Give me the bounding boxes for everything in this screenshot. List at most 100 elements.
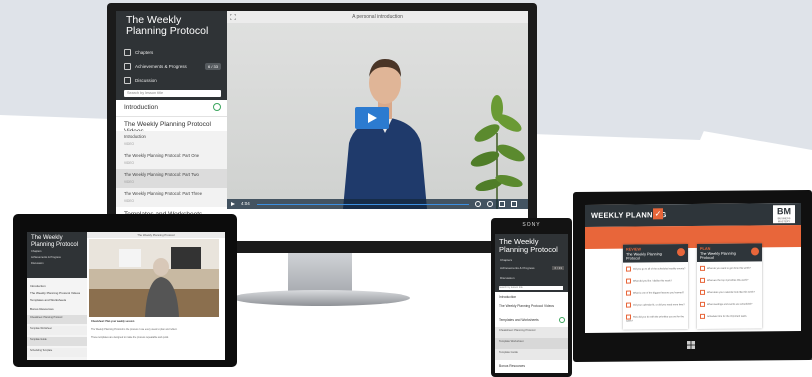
lesson-item[interactable]: The Weekly Planning Protocol: Part One V… — [116, 150, 227, 169]
checklist-item[interactable]: What did you like / dislike this week? — [626, 278, 686, 284]
section-label[interactable]: The Weekly Planning Protocol Videos — [499, 304, 565, 308]
checklist-item[interactable]: Schedule time for the important tasks. — [700, 313, 760, 319]
desktop-screen: The Weekly Planning Protocol Chapters Ac… — [116, 11, 528, 241]
video-controls: 4:04 — [227, 199, 528, 209]
progress-ring-icon — [559, 317, 565, 323]
card-kicker: PLAN — [700, 246, 711, 251]
checklist-item[interactable]: Did your calendar fit, or did you need m… — [626, 302, 686, 308]
lesson-main: A personal introduction 4:04 — [227, 11, 528, 241]
card-kicker: REVIEW — [626, 247, 641, 252]
section-label[interactable]: Templates and Worksheets — [30, 298, 66, 302]
sidebar-item-achievements[interactable]: Achievements & Progress — [31, 256, 61, 259]
lesson-caption: Cheatsheet: Plan your weekly session — [91, 320, 135, 323]
section-label[interactable]: Bonus Resources — [30, 307, 54, 311]
checklist-item[interactable]: What are the top 3 priorities this week? — [700, 277, 760, 283]
settings-icon[interactable] — [487, 201, 493, 207]
section-label[interactable]: Introduction — [499, 295, 565, 299]
section-label: Introduction — [124, 104, 158, 111]
tablet-right: WEEKLY PLANNING ✓ BM BUSINESS MASTERY REV… — [573, 189, 812, 363]
list-item[interactable]: Template Worksheet — [27, 326, 87, 335]
plan-card: PLAN The Weekly Planning Protocol What d… — [697, 243, 762, 329]
list-item[interactable]: Template Guide — [27, 337, 87, 346]
section-templates[interactable]: Templates and Worksheets — [499, 317, 565, 323]
phone-brand: SONY — [522, 222, 541, 228]
monitor-neck — [288, 253, 352, 293]
card-header: REVIEW The Weekly Planning Protocol — [623, 244, 688, 263]
card-header: PLAN The Weekly Planning Protocol — [697, 243, 762, 262]
list-icon — [124, 49, 131, 56]
checklist-item[interactable]: How did you do with the priorities you s… — [626, 314, 686, 322]
lesson-meta: VIDEO — [124, 161, 134, 165]
lesson-body: These templates are designed to make the… — [91, 336, 169, 339]
sidebar-item-achievements[interactable]: Achievements & Progress 6 / 33 — [500, 266, 564, 270]
list-item[interactable]: Scheduling Template — [27, 348, 87, 357]
lesson-meta: VIDEO — [124, 199, 134, 203]
windows-logo-icon[interactable] — [687, 340, 695, 350]
review-card: REVIEW The Weekly Planning Protocol Did … — [623, 244, 688, 330]
lesson-item-active[interactable]: The Weekly Planning Protocol: Part Two V… — [116, 169, 227, 188]
chat-icon — [124, 77, 131, 84]
section-label[interactable]: The Weekly Planning Protocol Videos — [30, 291, 80, 295]
play-button[interactable] — [355, 107, 389, 129]
sidebar-header: The Weekly Planning Protocol Chapters Ac… — [116, 11, 227, 100]
course-title: The Weekly Planning Protocol — [31, 235, 79, 248]
tablet-screen: WEEKLY PLANNING ✓ BM BUSINESS MASTERY REV… — [585, 203, 801, 333]
badge-icon — [677, 248, 685, 257]
badge-icon — [751, 247, 759, 256]
progress-badge: 6 / 33 — [552, 266, 564, 270]
airplay-icon[interactable] — [499, 201, 505, 207]
sidebar-item-label: Achievements & Progress — [500, 266, 535, 270]
lesson-item[interactable]: Introduction VIDEO — [116, 131, 227, 150]
list-item[interactable]: Template Worksheet — [495, 338, 568, 349]
section-introduction[interactable]: Introduction — [124, 103, 221, 111]
lesson-body: The Weekly Planning Protocol is the proc… — [91, 328, 178, 331]
video-time: 4:04 — [241, 201, 250, 206]
divider — [116, 116, 227, 117]
brand-name: BM — [777, 206, 791, 217]
list-item[interactable]: Cheatsheet: Planning Protocol — [495, 327, 568, 338]
volume-icon[interactable] — [475, 201, 481, 207]
video-player[interactable]: 4:04 — [227, 23, 528, 209]
checklist-item[interactable]: Did you go to all of the scheduled weekl… — [626, 266, 686, 272]
sidebar-header: The Weekly Planning Protocol Chapters Ac… — [27, 232, 87, 278]
section-label: Templates and Worksheets — [499, 318, 539, 322]
sidebar-item-chapters[interactable]: Chapters — [31, 250, 42, 253]
phone-screen: The Weekly Planning Protocol Chapters Ac… — [495, 234, 568, 373]
worksheet-header: WEEKLY PLANNING ✓ BM BUSINESS MASTERY — [585, 203, 801, 227]
lesson-main: The Weekly Planning Protocol Cheatsheet:… — [87, 232, 225, 360]
sidebar-item-chapters[interactable]: Chapters — [500, 258, 564, 262]
course-sidebar: The Weekly Planning Protocol Chapters Ac… — [116, 11, 227, 241]
sidebar-item-label: Discussion — [500, 276, 515, 280]
progress-ring-icon — [213, 103, 221, 111]
accent-band — [585, 225, 801, 249]
fullscreen-icon[interactable] — [511, 201, 517, 207]
expand-icon[interactable] — [230, 14, 236, 20]
progress-scrubber[interactable] — [257, 203, 469, 205]
list-item[interactable]: Template Guide — [495, 349, 568, 360]
sidebar-item-label: Discussion — [135, 78, 157, 83]
section-label[interactable]: Introduction — [30, 284, 46, 288]
list-item[interactable]: Cheatsheet: Planning Protocol — [27, 315, 87, 324]
sidebar-item-discussion[interactable]: Discussion — [124, 77, 221, 84]
checklist-item[interactable]: What does your calendar look like this w… — [700, 289, 760, 295]
checklist-item[interactable]: What do you want to get done this week? — [700, 265, 760, 271]
plant-image — [470, 95, 525, 209]
lesson-search-input[interactable]: Search by lesson title — [124, 90, 221, 97]
sidebar-item-discussion[interactable]: Discussion — [31, 262, 44, 265]
checkmark-icon: ✓ — [653, 208, 663, 220]
sidebar-item-achievements[interactable]: Achievements & Progress 6 / 33 — [124, 63, 221, 70]
play-icon[interactable] — [231, 201, 235, 206]
sidebar-item-chapters[interactable]: Chapters — [124, 49, 221, 56]
phone: SONY The Weekly Planning Protocol Chapte… — [491, 218, 572, 377]
monitor-base — [232, 290, 410, 306]
sidebar-item-label: Chapters — [500, 258, 513, 262]
sidebar-item-label: Achievements & Progress — [135, 64, 187, 69]
course-sidebar: The Weekly Planning Protocol Chapters Ac… — [27, 232, 87, 360]
checklist-item[interactable]: What is one of the biggest lessons you l… — [626, 290, 686, 296]
checklist-item[interactable]: What meetings and events are scheduled? — [700, 301, 760, 307]
section-label[interactable]: Bonus Resources — [499, 364, 565, 368]
brand-subtitle: BUSINESS MASTERY — [777, 217, 791, 224]
sidebar-item-discussion[interactable]: Discussion — [500, 276, 564, 280]
lesson-item[interactable]: The Weekly Planning Protocol: Part Three… — [116, 188, 227, 207]
lesson-search-input[interactable]: Search by lesson title — [499, 286, 563, 290]
